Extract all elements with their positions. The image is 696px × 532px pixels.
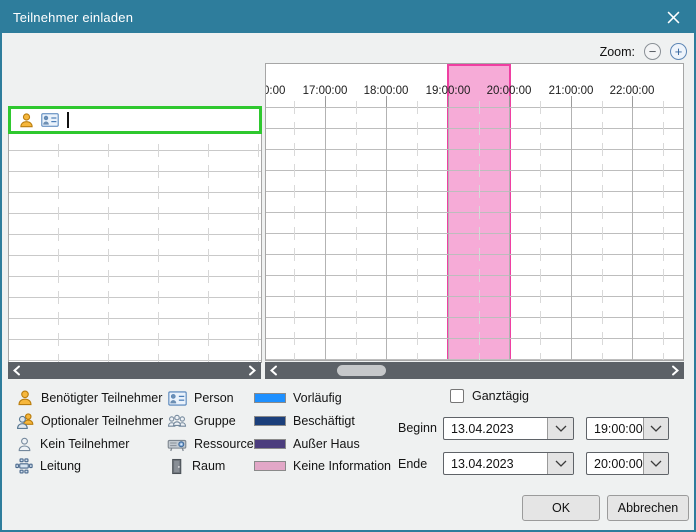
required-attendee-icon <box>16 389 34 407</box>
zoom-controls: Zoom: − + <box>600 43 687 60</box>
legend-required-attendee: Benötigter Teilnehmer <box>16 388 162 408</box>
tentative-swatch <box>254 393 286 403</box>
person-card-icon <box>168 391 187 406</box>
zoom-out-button[interactable]: − <box>644 43 661 60</box>
scroll-right-icon[interactable] <box>246 364 258 377</box>
hour-label: 18:00:00 <box>356 85 416 97</box>
no-information-swatch <box>254 461 286 471</box>
cancel-button[interactable]: Abbrechen <box>607 495 689 521</box>
legend-no-information: Keine Information <box>254 456 391 476</box>
attendee-list-rows <box>9 150 261 362</box>
all-day-label: Ganztägig <box>472 389 529 403</box>
end-date-select[interactable]: 13.04.2023 <box>443 452 574 475</box>
close-icon[interactable] <box>652 2 694 33</box>
scroll-left-icon[interactable] <box>268 364 280 377</box>
titlebar[interactable]: Teilnehmer einladen <box>2 2 694 33</box>
legend-tentative: Vorläufig <box>254 388 342 408</box>
text-caret <box>67 112 69 128</box>
hour-label: 16:00:00 <box>265 85 293 97</box>
legend-resource: Ressource <box>167 434 254 454</box>
end-time-select[interactable]: 20:00:00 <box>586 452 669 475</box>
legend-room: Raum <box>168 456 225 476</box>
hour-label: 20:00:00 <box>479 85 539 97</box>
scrollbar-thumb[interactable] <box>337 365 386 376</box>
ok-button[interactable]: OK <box>522 495 600 521</box>
hour-label: 21:00:00 <box>541 85 601 97</box>
legend-person: Person <box>168 388 234 408</box>
legend-non-attendee: Kein Teilnehmer <box>16 434 129 454</box>
resource-icon <box>167 437 187 452</box>
legend-busy: Beschäftigt <box>254 411 355 431</box>
new-attendee-input[interactable] <box>8 106 262 134</box>
legend-optional-attendee: Optionaler Teilnehmer <box>16 411 163 431</box>
end-label: Ende <box>398 457 427 471</box>
timeline-hscrollbar[interactable] <box>265 362 684 379</box>
attendee-list[interactable] <box>8 107 262 363</box>
chevron-down-icon[interactable] <box>547 453 573 474</box>
hour-label: 22:00:00 <box>602 85 662 97</box>
busy-swatch <box>254 416 286 426</box>
legend-out-of-office: Außer Haus <box>254 434 360 454</box>
invite-attendees-dialog: Teilnehmer einladen Zoom: − + <box>0 0 696 532</box>
begin-time-select[interactable]: 19:00:00 <box>586 417 669 440</box>
chevron-down-icon[interactable] <box>643 453 668 474</box>
all-day-checkbox[interactable] <box>450 389 464 403</box>
freebusy-grid[interactable]: 16:00:00 17:00:00 18:00:00 19:00:00 20:0… <box>265 63 684 361</box>
zoom-in-button[interactable]: + <box>670 43 687 60</box>
attendee-list-hscrollbar[interactable] <box>8 362 261 379</box>
scroll-right-icon[interactable] <box>669 364 681 377</box>
group-icon <box>167 413 187 430</box>
scroll-left-icon[interactable] <box>11 364 23 377</box>
legend-group: Gruppe <box>167 411 236 431</box>
optional-attendee-icon <box>16 412 34 430</box>
window-title: Teilnehmer einladen <box>13 10 133 25</box>
all-day-row: Ganztägig <box>450 389 529 403</box>
required-attendee-icon <box>18 112 35 129</box>
non-attendee-icon <box>16 436 33 453</box>
hour-label: 17:00:00 <box>295 85 355 97</box>
begin-label: Beginn <box>398 421 437 435</box>
room-icon <box>168 458 185 475</box>
begin-date-select[interactable]: 13.04.2023 <box>443 417 574 440</box>
zoom-label: Zoom: <box>600 45 635 59</box>
person-card-icon <box>41 113 59 127</box>
chair-icon <box>15 457 33 475</box>
out-of-office-swatch <box>254 439 286 449</box>
legend-chair: Leitung <box>15 456 81 476</box>
chevron-down-icon[interactable] <box>643 418 668 439</box>
hour-label: 19:00:00 <box>418 85 478 97</box>
chevron-down-icon[interactable] <box>547 418 573 439</box>
